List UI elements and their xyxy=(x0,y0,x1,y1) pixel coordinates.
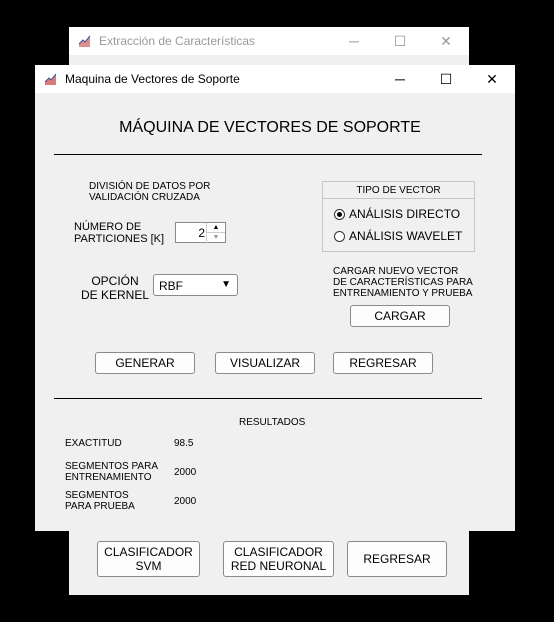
minimize-icon[interactable]: ─ xyxy=(331,27,377,55)
radio-wavelet-label: ANÁLISIS WAVELET xyxy=(349,229,463,243)
svm-classifier-button[interactable]: CLASIFICADOR SVM xyxy=(97,541,200,577)
vector-type-panel: TIPO DE VECTOR ANÁLISIS DIRECTO ANÁLISIS… xyxy=(322,181,475,252)
radio-wavelet-analysis[interactable]: ANÁLISIS WAVELET xyxy=(334,229,462,243)
training-segments-value: 2000 xyxy=(174,467,197,478)
radio-selected-icon xyxy=(334,208,345,220)
bottom-divider xyxy=(54,398,482,399)
training-segments-label: SEGMENTOS PARA ENTRENAMIENTO xyxy=(65,461,158,483)
background-window-title: Extracción de Características xyxy=(99,34,256,48)
results-title: RESULTADOS xyxy=(239,417,306,428)
background-window-titlebar: Extracción de Características ─ ☐ ✕ xyxy=(69,27,469,55)
cross-validation-label: DIVISIÓN DE DATOS POR VALIDACIÓN CRUZADA xyxy=(89,181,211,203)
radio-unselected-icon xyxy=(334,230,345,242)
test-segments-value: 2000 xyxy=(174,496,197,507)
vector-type-title: TIPO DE VECTOR xyxy=(356,185,441,196)
back-window-back-button[interactable]: REGRESAR xyxy=(347,541,447,577)
test-segments-label: SEGMENTOS PARA PRUEBA xyxy=(65,490,135,512)
spinner-down-icon[interactable]: ▼ xyxy=(206,232,225,243)
spinner-up-icon[interactable]: ▲ xyxy=(206,223,225,232)
visualize-button[interactable]: VISUALIZAR xyxy=(215,352,315,374)
load-button[interactable]: CARGAR xyxy=(350,305,450,327)
maximize-icon[interactable]: ☐ xyxy=(377,27,423,55)
neural-classifier-button[interactable]: CLASIFICADOR RED NEURONAL xyxy=(223,541,334,577)
radio-direct-analysis[interactable]: ANÁLISIS DIRECTO xyxy=(334,207,460,221)
partitions-spinner[interactable]: 2 ▲ ▼ xyxy=(175,222,226,243)
partitions-value: 2 xyxy=(198,226,205,240)
close-icon[interactable]: ✕ xyxy=(423,27,469,55)
back-button[interactable]: REGRESAR xyxy=(333,352,433,374)
kernel-label: OPCIÓN DE KERNEL xyxy=(81,274,150,302)
accuracy-label: EXACTITUD xyxy=(65,438,122,449)
generate-button[interactable]: GENERAR xyxy=(95,352,195,374)
page-title: MÁQUINA DE VECTORES DE SOPORTE xyxy=(119,119,421,136)
chevron-down-icon: ▼ xyxy=(221,279,231,290)
minimize-icon[interactable]: ─ xyxy=(377,65,423,93)
close-icon[interactable]: ✕ xyxy=(469,65,515,93)
kernel-dropdown[interactable]: RBF ▼ xyxy=(153,274,238,296)
partitions-label: NÚMERO DE PARTICIONES [K] xyxy=(74,221,165,245)
svm-window-title: Maquina de Vectores de Soporte xyxy=(65,72,240,86)
radio-direct-label: ANÁLISIS DIRECTO xyxy=(349,207,461,221)
matlab-icon xyxy=(44,73,57,85)
svm-window: Maquina de Vectores de Soporte ─ ☐ ✕ MÁQ… xyxy=(35,65,515,531)
kernel-dropdown-value: RBF xyxy=(159,279,183,293)
load-vector-label: CARGAR NUEVO VECTOR DE CARACTERÍSTICAS P… xyxy=(333,266,473,299)
svm-window-titlebar: Maquina de Vectores de Soporte ─ ☐ ✕ xyxy=(35,65,515,93)
top-divider xyxy=(54,154,482,155)
matlab-icon xyxy=(78,35,91,47)
maximize-icon[interactable]: ☐ xyxy=(423,65,469,93)
accuracy-value: 98.5 xyxy=(174,438,194,449)
